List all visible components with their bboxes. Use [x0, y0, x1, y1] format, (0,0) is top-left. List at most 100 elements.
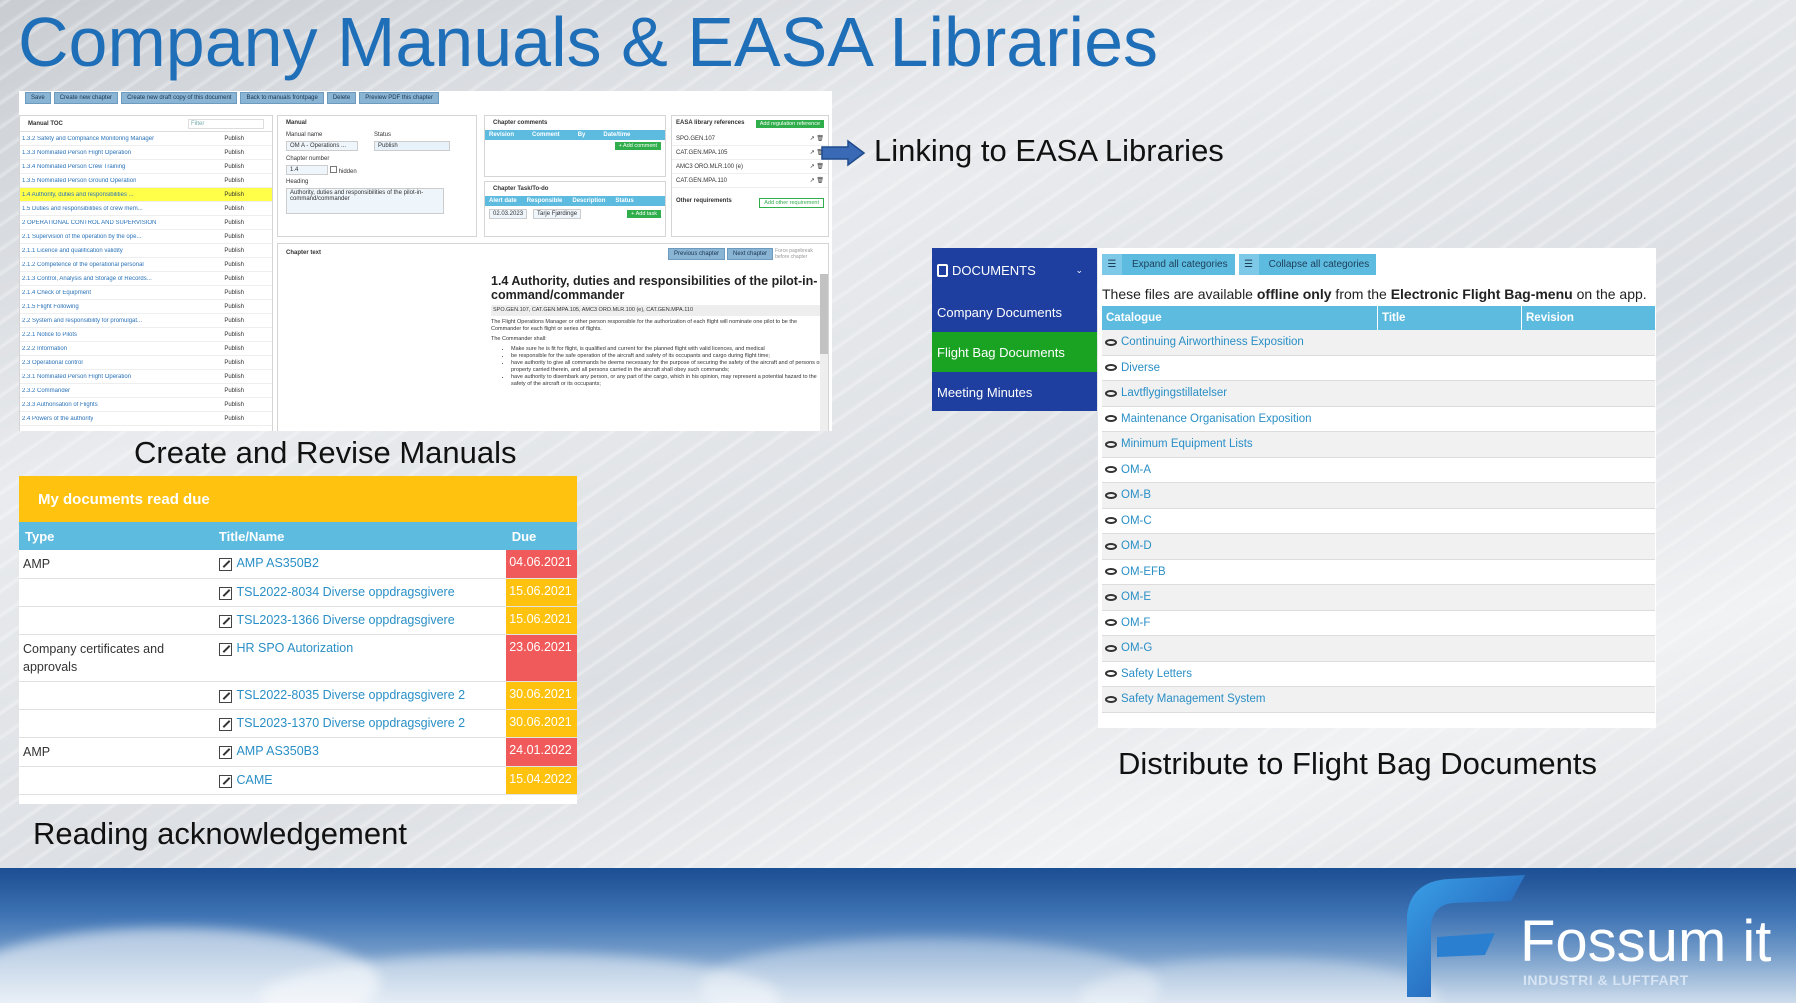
toc-item-title[interactable]: 2.3.1 Nominated Person Flight Operation: [22, 374, 131, 380]
toc-item-title[interactable]: 2.4 Powers of the authority: [22, 416, 93, 422]
document-row[interactable]: Safety Management System: [1102, 687, 1655, 713]
toc-item[interactable]: 2.1.5 Flight Following Publish: [20, 300, 272, 314]
toc-item-title[interactable]: 2.2.1 Notice to Pilots: [22, 332, 77, 338]
toc-item-title[interactable]: 2.1 Supervision of the operation by the …: [22, 234, 141, 240]
add-regulation-reference-button[interactable]: Add regulation reference: [755, 120, 824, 128]
document-link[interactable]: OM-E: [1121, 591, 1151, 603]
document-link[interactable]: OM-EFB: [1121, 566, 1166, 578]
document-row[interactable]: OM-E: [1102, 585, 1655, 611]
toolbar-button[interactable]: Save: [25, 92, 51, 104]
toc-item-title[interactable]: 2.3.2 Commander: [22, 388, 70, 394]
document-link[interactable]: Lavtflygingstillatelser: [1121, 387, 1227, 399]
toc-item[interactable]: 1.3.5 Nominated Person Ground Operation P…: [20, 174, 272, 188]
toc-item[interactable]: 2.1.4 Check of Equipment Publish: [20, 286, 272, 300]
add-other-requirement-button[interactable]: Add other requirement: [759, 198, 824, 208]
read-title-cell[interactable]: AMP AS350B2: [219, 550, 506, 578]
document-row[interactable]: OM-B: [1102, 483, 1655, 509]
nav-meeting-minutes[interactable]: Meeting Minutes: [932, 372, 1097, 412]
document-link[interactable]: Minimum Equipment Lists: [1121, 438, 1253, 450]
toc-item[interactable]: 1.5 Duties and responsibilities of crew …: [20, 202, 272, 216]
status-select[interactable]: Publish: [374, 141, 450, 151]
read-title-link[interactable]: HR SPO Autorization: [236, 640, 353, 657]
heading-input[interactable]: Authority, duties and responsibilities o…: [286, 188, 444, 214]
toc-item[interactable]: 2.3.3 Authorisation of Flights Publish: [20, 398, 272, 412]
toc-item[interactable]: 2.3.1 Nominated Person Flight Operation P…: [20, 370, 272, 384]
read-title-link[interactable]: TSL2022-8035 Diverse oppdragsgivere 2: [236, 687, 465, 704]
toolbar-button[interactable]: Create new draft copy of this document: [121, 92, 238, 104]
toc-item[interactable]: 2.3.2 Commander Publish: [20, 384, 272, 398]
toc-item-title[interactable]: 1.3.2 Safety and Compliance Monitoring M…: [22, 136, 154, 142]
toc-item[interactable]: 1.3.4 Nominated Person Crew Training Publ…: [20, 160, 272, 174]
toc-item[interactable]: 2.1 Supervision of the operation by the …: [20, 230, 272, 244]
documents-menu-header[interactable]: DOCUMENTS ⌄: [932, 248, 1097, 292]
toc-item-title[interactable]: 1.3.3 Nominated Person Flight Operation: [22, 150, 131, 156]
toc-item[interactable]: 2 OPERATIONAL CONTROL AND SUPERVISION Pub…: [20, 216, 272, 230]
chapter-text-scrollbar[interactable]: [820, 274, 828, 431]
toolbar-button[interactable]: Create new chapter: [53, 92, 119, 104]
read-title-cell[interactable]: CAME: [219, 767, 506, 794]
nav-flight-bag-documents[interactable]: Flight Bag Documents: [932, 332, 1097, 372]
task-date-input[interactable]: 02.03.2023: [489, 209, 528, 219]
document-link[interactable]: Maintenance Organisation Exposition: [1121, 413, 1312, 425]
read-title-cell[interactable]: TSL2023-1370 Diverse oppdragsgivere 2: [219, 710, 506, 737]
hidden-checkbox[interactable]: [330, 166, 337, 173]
document-row[interactable]: OM-G: [1102, 636, 1655, 662]
toolbar-button[interactable]: Preview PDF this chapter: [359, 92, 439, 104]
toc-item[interactable]: 1.3.2 Safety and Compliance Monitoring M…: [20, 132, 272, 146]
read-title-cell[interactable]: TSL2022-8034 Diverse oppdragsgivere: [219, 579, 506, 606]
toc-item-title[interactable]: 2.1.2 Competence of the operational pers…: [22, 262, 144, 268]
toc-item[interactable]: 2.2.2 Information Publish: [20, 342, 272, 356]
document-link[interactable]: Continuing Airworthiness Exposition: [1121, 336, 1304, 348]
add-task-button[interactable]: + Add task: [627, 210, 661, 218]
document-link[interactable]: OM-D: [1121, 540, 1152, 552]
toolbar-button[interactable]: Delete: [326, 92, 357, 104]
read-title-link[interactable]: AMP AS350B2: [236, 555, 318, 572]
chapter-number-input[interactable]: 1.4: [286, 165, 328, 175]
toc-item-title[interactable]: 1.3.4 Nominated Person Crew Training: [22, 164, 125, 170]
toc-item-title[interactable]: 2.3.3 Authorisation of Flights: [22, 402, 98, 408]
collapse-all-button[interactable]: ☰ Collapse all categories: [1238, 254, 1377, 275]
document-row[interactable]: Diverse: [1102, 356, 1655, 381]
add-comment-button[interactable]: + Add comment: [614, 142, 661, 150]
document-link[interactable]: OM-F: [1121, 617, 1150, 629]
document-row[interactable]: OM-A: [1102, 458, 1655, 483]
task-responsible-select[interactable]: Tarje Fjørdinge: [533, 209, 582, 219]
toolbar-button[interactable]: Back to manuals frontpage: [240, 92, 324, 104]
toc-item[interactable]: 2.4 Powers of the authority Publish: [20, 412, 272, 426]
document-row[interactable]: OM-C: [1102, 509, 1655, 534]
toc-item-title[interactable]: 2.3 Operational control: [22, 360, 83, 366]
toc-item-title[interactable]: 2.1.4 Check of Equipment: [22, 290, 91, 296]
toc-item[interactable]: 2.2 System and responsibility for promul…: [20, 314, 272, 328]
toc-item-title[interactable]: 1.5 Duties and responsibilities of crew …: [22, 206, 143, 212]
document-link[interactable]: OM-A: [1121, 464, 1151, 476]
document-row[interactable]: Continuing Airworthiness Exposition: [1102, 330, 1655, 356]
force-pagebreak-checkbox[interactable]: Force pagebreak before chapter: [775, 248, 828, 260]
hidden-checkbox-label[interactable]: hidden: [330, 166, 357, 175]
document-row[interactable]: OM-D: [1102, 534, 1655, 560]
external-link-icon[interactable]: ↗ 🗑: [810, 177, 824, 184]
document-row[interactable]: Maintenance Organisation Exposition: [1102, 407, 1655, 432]
toc-item-title[interactable]: 2.1.5 Flight Following: [22, 304, 79, 310]
previous-chapter-button[interactable]: Previous chapter: [668, 248, 726, 260]
document-link[interactable]: OM-G: [1121, 642, 1152, 654]
document-row[interactable]: OM-EFB: [1102, 560, 1655, 585]
read-title-link[interactable]: CAME: [236, 772, 272, 789]
document-row[interactable]: Minimum Equipment Lists: [1102, 432, 1655, 458]
next-chapter-button[interactable]: Next chapter: [727, 248, 774, 260]
document-link[interactable]: OM-C: [1121, 515, 1152, 527]
toc-item[interactable]: 2.1.2 Competence of the operational pers…: [20, 258, 272, 272]
toc-item[interactable]: 2.1.3 Control, Analysis and Storage of R…: [20, 272, 272, 286]
toc-item-title[interactable]: 2 OPERATIONAL CONTROL AND SUPERVISION: [22, 220, 156, 226]
read-title-cell[interactable]: TSL2022-8035 Diverse oppdragsgivere 2: [219, 682, 506, 709]
document-link[interactable]: OM-B: [1121, 489, 1151, 501]
toc-item-title[interactable]: 1.3.5 Nominated Person Ground Operation: [22, 178, 136, 184]
manual-name-select[interactable]: OM A - Operations ...: [286, 141, 358, 151]
toc-item[interactable]: 2.2.1 Notice to Pilots Publish: [20, 328, 272, 342]
document-link[interactable]: Safety Management System: [1121, 693, 1265, 705]
toc-item[interactable]: 1.3.3 Nominated Person Flight Operation P…: [20, 146, 272, 160]
toc-item[interactable]: 2.3 Operational control Publish: [20, 356, 272, 370]
toc-item[interactable]: 2.1.1 Licence and qualification validity…: [20, 244, 272, 258]
document-link[interactable]: Diverse: [1121, 362, 1160, 374]
read-title-cell[interactable]: HR SPO Autorization: [219, 635, 506, 681]
document-row[interactable]: OM-F: [1102, 611, 1655, 636]
